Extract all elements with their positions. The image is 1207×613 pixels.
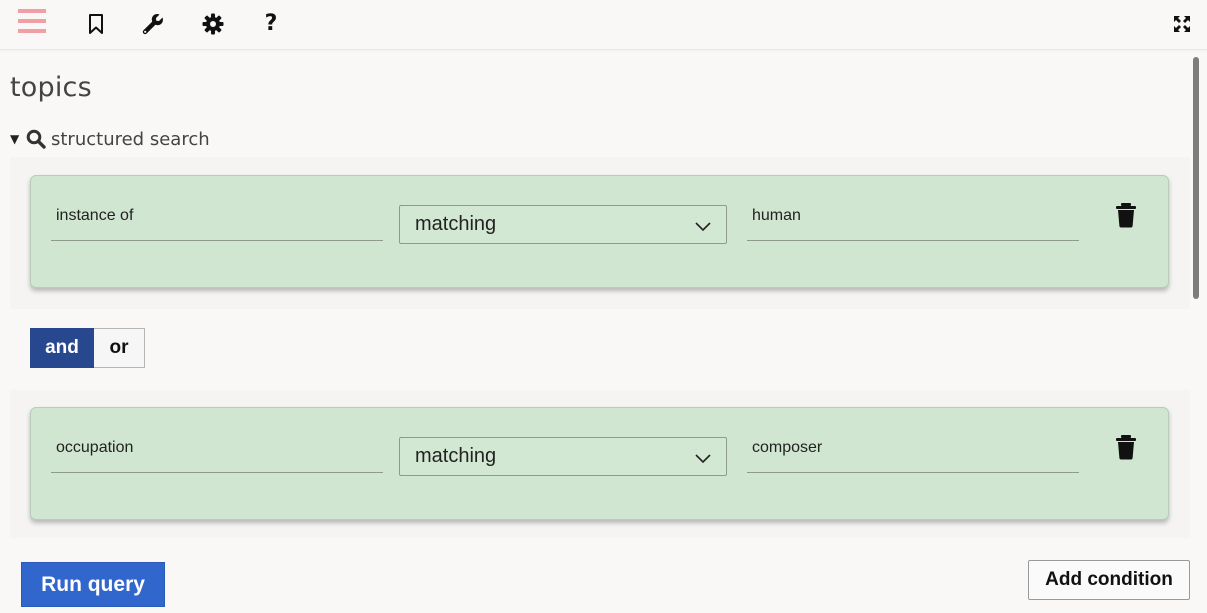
structured-search-label: structured search — [51, 128, 210, 150]
operator-select[interactable]: matching — [399, 437, 727, 476]
wrench-icon[interactable] — [139, 10, 167, 38]
add-condition-button[interactable]: Add condition — [1028, 560, 1190, 600]
value-field[interactable]: human — [747, 196, 1079, 241]
expand-icon[interactable] — [1168, 10, 1196, 38]
disclosure-caret-icon: ▼ — [10, 132, 20, 146]
operator-select-value: matching — [415, 445, 497, 467]
operator-select-value: matching — [415, 213, 497, 235]
trash-icon[interactable] — [1115, 202, 1137, 228]
help-icon[interactable]: ? — [257, 10, 285, 38]
menu-icon[interactable] — [17, 6, 47, 36]
trash-icon[interactable] — [1115, 434, 1137, 460]
gear-icon[interactable] — [199, 10, 227, 38]
scrollbar-thumb[interactable] — [1193, 57, 1199, 299]
condition-card: occupation matching composer — [30, 407, 1169, 520]
chevron-down-icon — [695, 454, 711, 464]
top-toolbar: ? — [0, 0, 1207, 50]
operator-select[interactable]: matching — [399, 205, 727, 244]
property-field[interactable]: occupation — [51, 428, 383, 473]
help-glyph: ? — [264, 11, 278, 36]
chevron-down-icon — [695, 222, 711, 232]
structured-search-toggle[interactable]: ▼ structured search — [10, 126, 210, 152]
logic-toggle: and or — [30, 328, 145, 368]
page-title: topics — [10, 72, 92, 103]
or-button[interactable]: or — [94, 328, 145, 368]
run-query-button[interactable]: Run query — [21, 562, 165, 607]
and-button[interactable]: and — [30, 328, 94, 368]
property-field[interactable]: instance of — [51, 196, 383, 241]
search-icon — [26, 129, 46, 149]
condition-card: instance of matching human — [30, 175, 1169, 288]
value-field[interactable]: composer — [747, 428, 1079, 473]
bookmark-icon[interactable] — [82, 10, 110, 38]
